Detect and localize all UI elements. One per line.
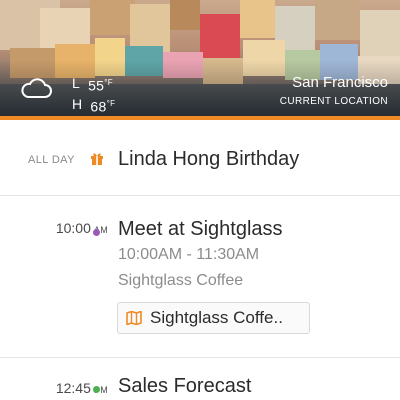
city-name: San Francisco [292, 74, 388, 91]
current-location[interactable]: San Francisco CURRENT LOCATION [280, 74, 388, 107]
event-time: 10:00 AM [55, 220, 108, 236]
agenda-list: ALL DAY Linda Hong Birthday 10:00 AM Meet… [0, 124, 400, 400]
map-button-label: Sightglass Coffe.. [150, 308, 283, 327]
cloud-icon [21, 78, 52, 98]
event-title: Sales Forecast [118, 375, 252, 397]
event-time-range: 10:00AM - 11:30AM [118, 246, 260, 263]
event-time: 12:45 PM [55, 380, 108, 396]
map-location-button[interactable]: Sightglass Coffe.. [117, 302, 310, 334]
low-temp: 55 [88, 77, 105, 94]
event-location: Sightglass Coffee [118, 272, 244, 289]
degree-unit: °F [104, 78, 113, 87]
high-temp: 68 [90, 98, 107, 115]
header-photo: L 55°F H 68°F San Francisco CURRENT LOCA… [0, 0, 400, 120]
event-color-dot [93, 229, 100, 236]
header-divider [0, 116, 400, 120]
event-title: Meet at Sightglass [118, 218, 283, 240]
all-day-label: ALL DAY [28, 154, 75, 166]
degree-unit: °F [106, 98, 116, 108]
event-color-dot [93, 386, 100, 393]
temperature-range: L 55°F H 68°F [72, 74, 115, 115]
location-subtitle: CURRENT LOCATION [279, 96, 388, 107]
gift-icon [91, 153, 103, 165]
event-item[interactable]: 12:45 PM Sales Forecast [0, 358, 400, 400]
event-item[interactable]: 10:00 AM Meet at Sightglass 10:00AM - 11:… [0, 196, 400, 358]
event-title: Linda Hong Birthday [118, 148, 300, 170]
high-label: H [72, 95, 83, 112]
low-label: L [72, 75, 81, 91]
map-icon [126, 311, 142, 325]
all-day-event[interactable]: ALL DAY Linda Hong Birthday [0, 124, 400, 196]
